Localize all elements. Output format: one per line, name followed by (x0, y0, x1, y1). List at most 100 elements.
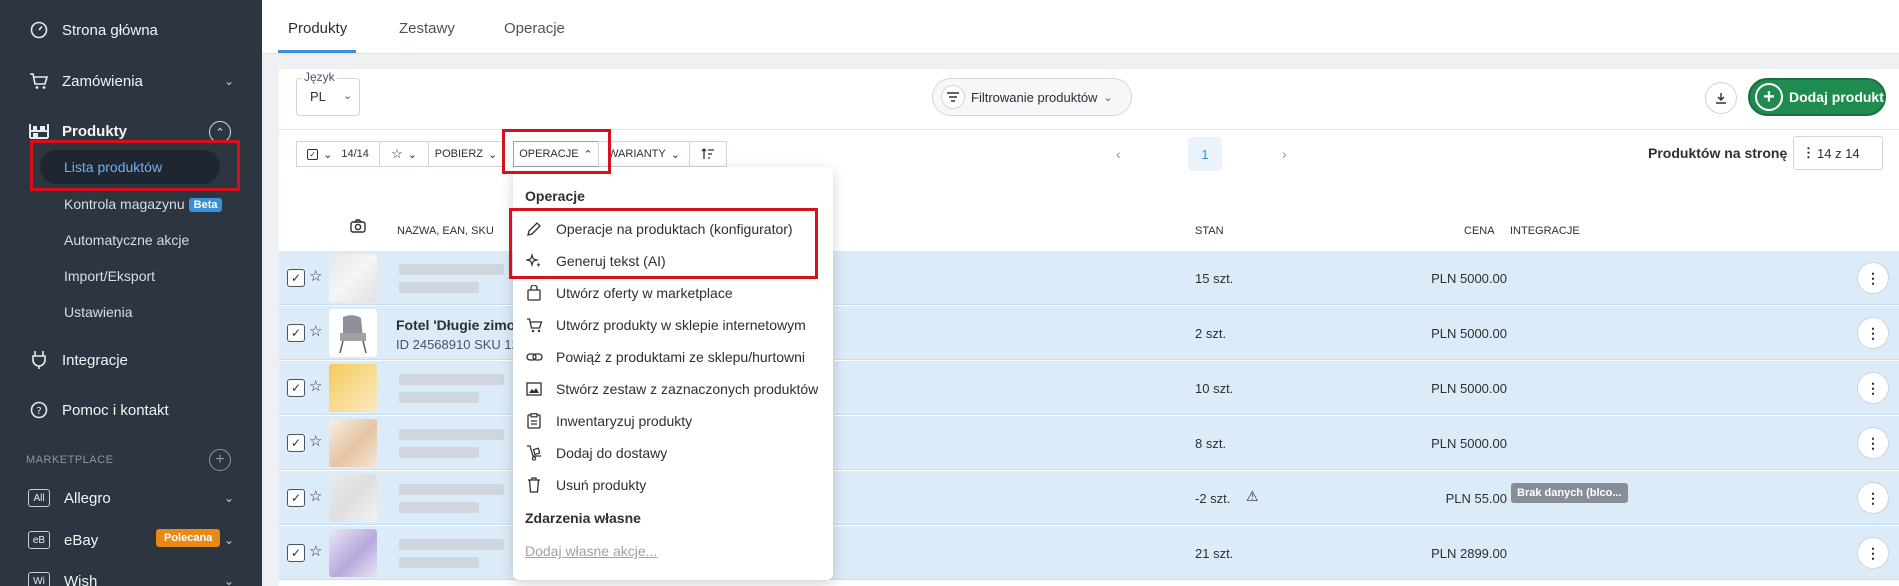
wish-label: Wish (64, 572, 98, 586)
stock-value: -2 szt. (1195, 491, 1231, 506)
recommended-badge: Polecana (156, 529, 221, 547)
chevron-down-icon: ⌄ (323, 148, 333, 161)
camera-icon (350, 219, 366, 236)
nav-orders[interactable]: Zamówienia ⌄ (28, 70, 234, 92)
wish-logo: Wi (28, 572, 50, 586)
star-icon[interactable]: ☆ (309, 542, 322, 560)
tab-sets[interactable]: Zestawy (399, 20, 455, 37)
menu-item-label: Stwórz zestaw z zaznaczonych produktów (556, 381, 819, 397)
star-icon[interactable]: ☆ (309, 267, 322, 285)
more-options-icon[interactable]: ⋮ (1857, 427, 1889, 459)
product-thumbnail (329, 419, 377, 467)
marketplace-wish[interactable]: Wi Wish ⌄ (28, 572, 234, 586)
nav-help[interactable]: ? Pomoc i kontakt (28, 399, 169, 421)
more-options-icon[interactable]: ⋮ (1857, 537, 1889, 569)
row-checkbox[interactable]: ✓ (287, 489, 305, 507)
more-options-icon[interactable]: ⋮ (1857, 317, 1889, 349)
row-checkbox[interactable]: ✓ (287, 324, 305, 342)
clipboard-icon (525, 412, 543, 430)
price-value: PLN 5000.00 (1431, 326, 1507, 341)
stock-value: 2 szt. (1195, 326, 1227, 341)
ebay-label: eBay (64, 531, 99, 549)
tab-operations[interactable]: Operacje (504, 20, 565, 37)
page-number[interactable]: 1 (1188, 137, 1222, 171)
row-checkbox[interactable]: ✓ (287, 434, 305, 452)
product-thumbnail (329, 309, 377, 357)
highlight-box (509, 208, 818, 279)
filter-products-button[interactable]: Filtrowanie produktów ⌄ (932, 78, 1132, 116)
menu-item-inventory[interactable]: Inwentaryzuj produkty (525, 412, 692, 430)
stock-control-label: Kontrola magazynu (64, 196, 185, 212)
sidebar-item-import-export[interactable]: Import/Eksport (64, 268, 155, 284)
filter-icon (941, 85, 965, 109)
sidebar: Strona główna Zamówienia ⌄ Produkty ⌃ Li… (0, 0, 262, 586)
stock-value: 21 szt. (1195, 546, 1234, 561)
nav-products-label: Produkty (62, 122, 128, 140)
allegro-logo: All (28, 489, 50, 507)
image-set-icon (525, 380, 543, 398)
menu-item-label: Powiąż z produktami ze sklepu/hurtowni (556, 349, 806, 365)
star-icon[interactable]: ☆ (309, 487, 322, 505)
nav-integrations[interactable]: Integracje (28, 349, 128, 371)
filter-products-label: Filtrowanie produktów (971, 89, 1098, 105)
add-marketplace-icon[interactable]: + (209, 449, 231, 471)
favorite-filter-button[interactable]: ☆ ⌄ (379, 141, 429, 167)
menu-item-create-offers[interactable]: Utwórz oferty w marketplace (525, 284, 733, 302)
prev-page-icon[interactable]: ‹ (1116, 146, 1121, 162)
sidebar-item-settings[interactable]: Ustawienia (64, 304, 132, 320)
chevron-down-icon: ⌄ (223, 574, 234, 586)
blurred-id (399, 557, 479, 568)
menu-item-create-set[interactable]: Stwórz zestaw z zaznaczonych produktów (525, 380, 818, 398)
sidebar-item-stock-control[interactable]: Kontrola magazynu Beta (64, 196, 223, 212)
star-icon[interactable]: ☆ (309, 322, 322, 340)
row-checkbox[interactable]: ✓ (287, 544, 305, 562)
pobierz-button[interactable]: POBIERZ ⌄ (428, 141, 504, 167)
col-header-cena[interactable]: CENA (1464, 225, 1495, 237)
drag-handle-icon: ⋮ (1802, 145, 1815, 160)
warning-icon: ⚠ (1246, 488, 1259, 504)
add-product-button[interactable]: + Dodaj produkt (1748, 78, 1886, 116)
sidebar-item-automatic-actions[interactable]: Automatyczne akcje (64, 232, 189, 248)
price-value: PLN 5000.00 (1431, 436, 1507, 451)
product-name[interactable]: Fotel 'Długie zimow (396, 317, 526, 333)
pobierz-label: POBIERZ (434, 148, 484, 160)
next-page-icon[interactable]: › (1282, 146, 1287, 162)
sort-button[interactable] (689, 141, 727, 167)
blurred-id (399, 392, 479, 403)
ebay-logo: eB (28, 531, 50, 549)
menu-item-add-to-delivery[interactable]: Dodaj do dostawy (525, 444, 667, 462)
menu-item-create-shop-products[interactable]: Utwórz produkty w sklepie internetowym (525, 316, 806, 334)
download-button[interactable] (1705, 82, 1737, 114)
menu-item-delete-products[interactable]: Usuń produkty (525, 476, 646, 494)
blurred-id (399, 447, 479, 458)
col-header-name[interactable]: NAZWA, EAN, SKU (397, 225, 494, 237)
select-all-button[interactable]: ✓ ⌄ 14/14 (296, 141, 380, 167)
integration-badge[interactable]: Brak danych (blco... (1511, 483, 1628, 503)
more-options-icon[interactable]: ⋮ (1857, 262, 1889, 294)
row-checkbox[interactable]: ✓ (287, 269, 305, 287)
dashboard-icon (28, 19, 50, 41)
nav-products[interactable]: Produkty (28, 120, 127, 142)
more-options-icon[interactable]: ⋮ (1857, 372, 1889, 404)
more-options-icon[interactable]: ⋮ (1857, 482, 1889, 514)
menu-item-link-products[interactable]: Powiąż z produktami ze sklepu/hurtowni (525, 348, 805, 366)
warianty-label: WARIANTY (608, 148, 666, 160)
warianty-button[interactable]: WARIANTY ⌄ (598, 141, 690, 167)
blurred-id (399, 502, 479, 513)
marketplace-allegro[interactable]: All Allegro ⌄ (28, 489, 234, 507)
row-checkbox[interactable]: ✓ (287, 379, 305, 397)
add-custom-actions-link[interactable]: Dodaj własne akcje... (525, 543, 657, 559)
chevron-down-icon: ⌄ (223, 491, 234, 505)
blurred-name (399, 539, 504, 550)
per-page-select[interactable]: ⋮ 14 z 14 (1793, 136, 1883, 170)
blurred-name (399, 374, 504, 385)
blurred-name (399, 484, 504, 495)
chevron-down-icon: ⌄ (670, 148, 680, 161)
nav-home[interactable]: Strona główna (28, 19, 158, 41)
help-icon: ? (28, 399, 50, 421)
chevron-down-icon: ⌄ (223, 74, 234, 88)
col-header-stan[interactable]: STAN (1195, 225, 1224, 237)
star-icon[interactable]: ☆ (309, 377, 322, 395)
star-icon[interactable]: ☆ (309, 432, 322, 450)
tab-products[interactable]: Produkty (288, 20, 347, 37)
